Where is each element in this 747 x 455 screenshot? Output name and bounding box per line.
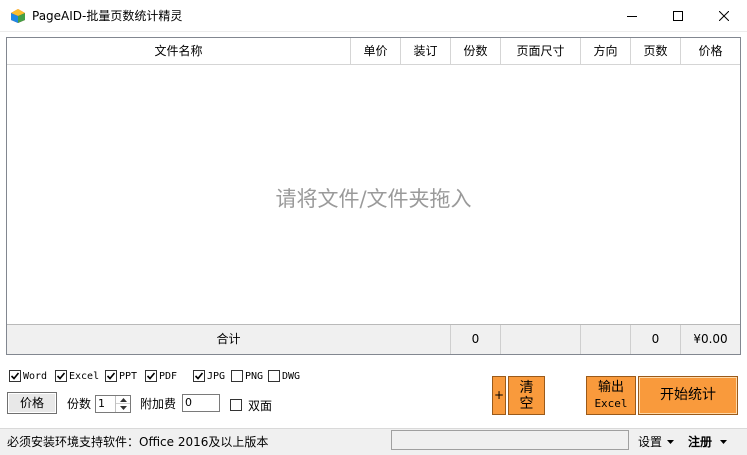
register-label: 注册 (688, 435, 713, 449)
duplex-checkbox[interactable]: 双面 (230, 398, 273, 413)
price-button[interactable]: 价格 (7, 392, 57, 414)
surcharge-label: 附加费 (140, 397, 177, 411)
checkmark-icon (10, 372, 20, 380)
add-button[interactable]: + (492, 376, 506, 415)
export-excel-button[interactable]: 输出 Excel (586, 376, 636, 415)
format-label-jpg: JPG (207, 370, 226, 382)
checkbox-word[interactable] (9, 370, 21, 382)
checkmark-icon (56, 372, 66, 380)
maximize-button[interactable] (655, 0, 701, 32)
copies-value[interactable]: 1 (98, 396, 105, 412)
clear-label-line2: 空 (519, 396, 534, 412)
checkmark-icon (106, 372, 116, 380)
format-checkbox-word[interactable]: Word (9, 369, 47, 383)
drop-hint-text: 请将文件/文件夹拖入 (275, 187, 472, 211)
maximize-icon (673, 11, 683, 21)
spin-up-button[interactable] (116, 396, 130, 404)
checkbox-jpg[interactable] (193, 370, 205, 382)
minimize-button[interactable] (609, 0, 655, 32)
copies-stepper[interactable]: 1 (95, 395, 131, 413)
format-checkbox-dwg[interactable]: DWG (268, 369, 300, 383)
format-checkbox-pdf[interactable]: PDF (145, 369, 177, 383)
format-label-word: Word (23, 370, 48, 382)
app-logo-icon (10, 8, 26, 24)
export-label-line1: 输出 (597, 380, 624, 395)
status-panel (391, 430, 629, 450)
minimize-icon (627, 16, 637, 17)
column-header-unit-price[interactable]: 单价 (351, 38, 401, 64)
checkbox-duplex[interactable] (230, 399, 242, 411)
format-checkbox-png[interactable]: PNG (231, 369, 263, 383)
duplex-label: 双面 (248, 398, 273, 413)
status-bar: 必须安装环境支持软件：Office 2016及以上版本 设置 注册 (0, 428, 747, 455)
checkbox-dwg[interactable] (268, 370, 280, 382)
checkmark-icon (146, 372, 156, 380)
totals-copies: 0 (451, 325, 501, 354)
close-button[interactable] (701, 0, 747, 32)
totals-orientation (581, 325, 631, 354)
format-label-excel: Excel (69, 370, 100, 382)
grid-header: 文件名称 单价 装订 份数 页面尺寸 方向 页数 价格 (7, 38, 740, 65)
totals-page-size (501, 325, 581, 354)
column-header-price[interactable]: 价格 (681, 38, 740, 64)
checkbox-excel[interactable] (55, 370, 67, 382)
start-count-button[interactable]: 开始统计 (638, 376, 738, 415)
totals-pages: 0 (631, 325, 681, 354)
copies-label: 份数 (67, 397, 92, 411)
register-menu[interactable]: 注册 (688, 434, 728, 450)
checkbox-ppt[interactable] (105, 370, 117, 382)
column-header-orientation[interactable]: 方向 (581, 38, 631, 64)
close-icon (719, 11, 729, 21)
format-label-pdf: PDF (159, 370, 178, 382)
format-checkbox-excel[interactable]: Excel (55, 369, 99, 383)
format-label-ppt: PPT (119, 370, 138, 382)
clear-button[interactable]: 清 空 (508, 376, 545, 415)
checkbox-pdf[interactable] (145, 370, 157, 382)
totals-row: 合计 0 0 ¥0.00 (7, 324, 740, 354)
copies-spinner[interactable] (115, 396, 130, 412)
settings-label: 设置 (638, 435, 663, 449)
dropdown-arrow-icon (720, 440, 728, 444)
format-label-png: PNG (245, 370, 264, 382)
clear-label-line1: 清 (519, 380, 534, 396)
format-checkbox-ppt[interactable]: PPT (105, 369, 137, 383)
chevron-down-icon (119, 406, 127, 410)
dropdown-arrow-icon (667, 440, 675, 444)
settings-menu[interactable]: 设置 (638, 434, 675, 450)
checkbox-png[interactable] (231, 370, 243, 382)
title-bar: PageAID-批量页数统计精灵 (0, 0, 747, 32)
column-header-pages[interactable]: 页数 (631, 38, 681, 64)
column-header-copies[interactable]: 份数 (451, 38, 501, 64)
format-checkbox-jpg[interactable]: JPG (193, 369, 225, 383)
surcharge-value[interactable]: 0 (185, 395, 192, 411)
status-message: 必须安装环境支持软件：Office 2016及以上版本 (7, 435, 269, 449)
checkmark-icon (194, 372, 204, 380)
format-label-dwg: DWG (282, 370, 301, 382)
totals-label: 合计 (7, 325, 451, 354)
column-header-filename[interactable]: 文件名称 (7, 38, 351, 64)
file-list-grid[interactable]: 文件名称 单价 装订 份数 页面尺寸 方向 页数 价格 请将文件/文件夹拖入 合… (6, 37, 741, 355)
spin-down-button[interactable] (116, 404, 130, 412)
export-label-line2: Excel (594, 397, 628, 410)
surcharge-input[interactable]: 0 (182, 394, 220, 412)
column-header-page-size[interactable]: 页面尺寸 (501, 38, 581, 64)
window-title: PageAID-批量页数统计精灵 (32, 9, 183, 23)
column-header-binding[interactable]: 装订 (401, 38, 451, 64)
file-drop-area[interactable]: 请将文件/文件夹拖入 (7, 65, 740, 324)
totals-price: ¥0.00 (693, 332, 728, 346)
chevron-up-icon (119, 397, 127, 402)
